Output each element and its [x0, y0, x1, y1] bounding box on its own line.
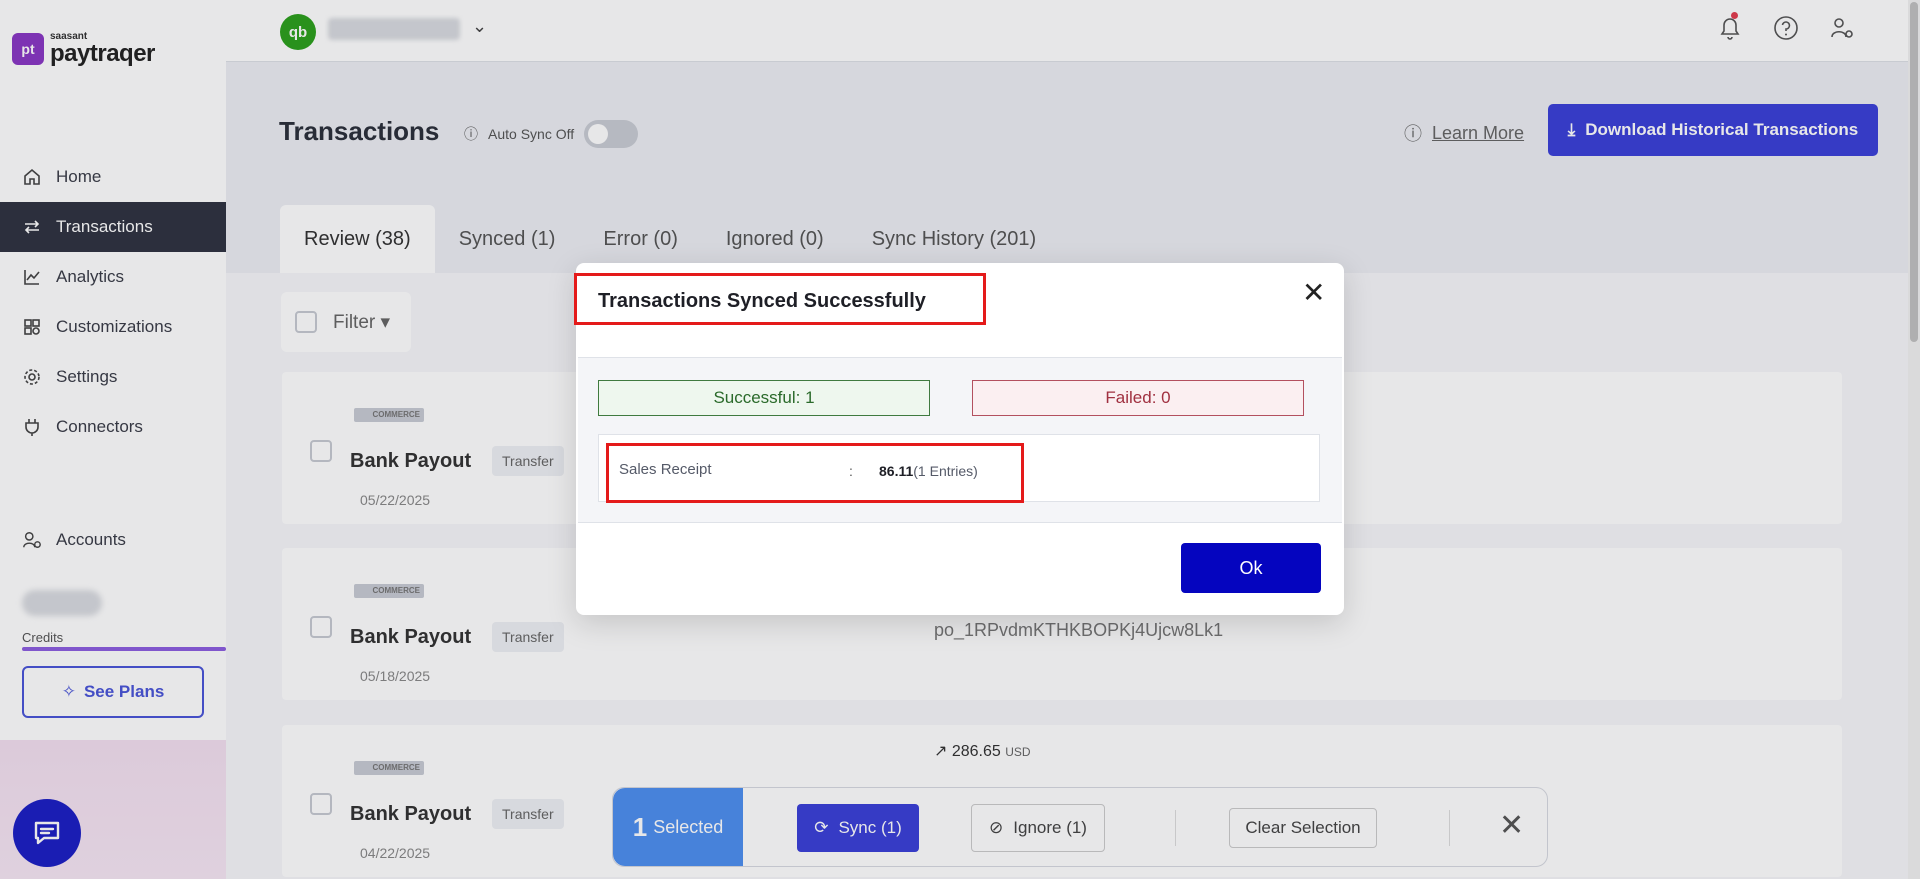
close-icon[interactable]: ✕ [1302, 279, 1325, 307]
detail-highlight-box [606, 443, 1024, 503]
dialog-title: Transactions Synced Successfully [598, 290, 926, 312]
failed-count: Failed: 0 [972, 380, 1304, 416]
ok-button[interactable]: Ok [1181, 543, 1321, 593]
sync-result-dialog: Transactions Synced Successfully ✕ Succe… [574, 263, 1344, 615]
successful-count: Successful: 1 [598, 380, 930, 416]
